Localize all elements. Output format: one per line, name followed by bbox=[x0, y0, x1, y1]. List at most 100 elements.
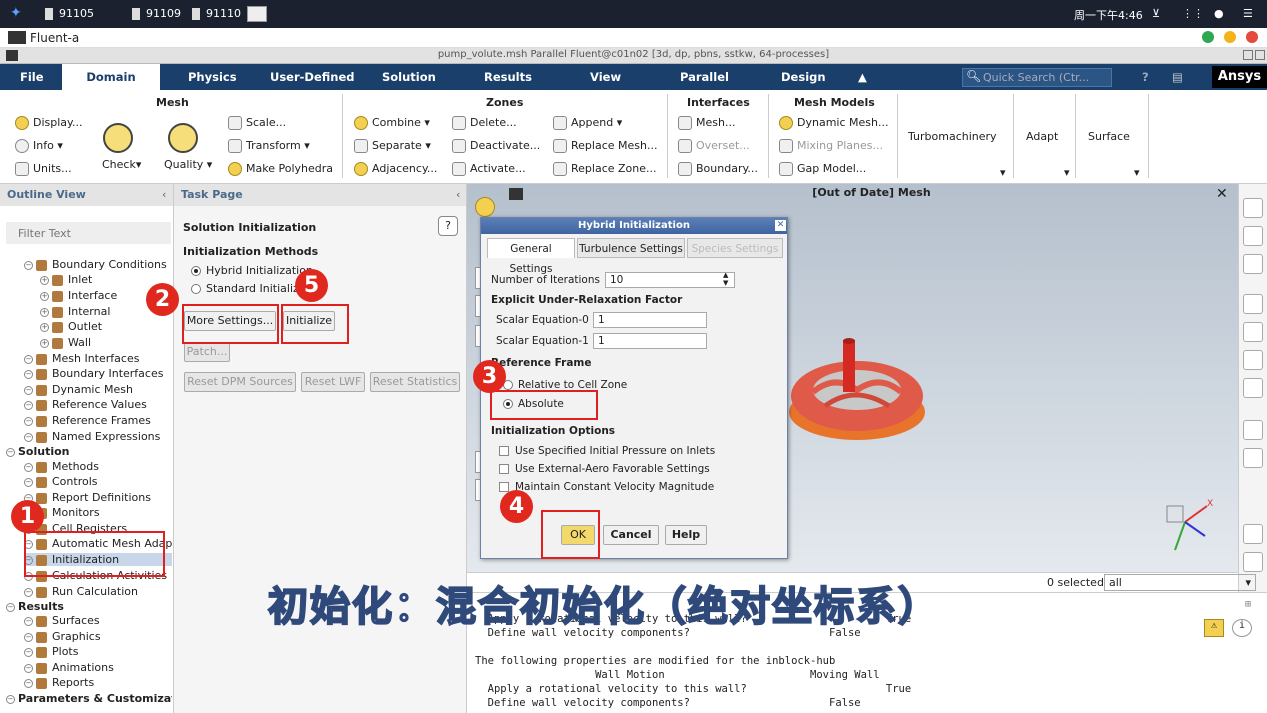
tree-item[interactable]: − Controls bbox=[24, 475, 172, 488]
close-graphics-icon[interactable]: ✕ bbox=[1216, 186, 1228, 202]
dropdown-icon[interactable]: ▾ bbox=[1134, 166, 1140, 179]
rotate-icon[interactable] bbox=[1243, 198, 1263, 218]
close-button[interactable] bbox=[1246, 31, 1258, 43]
tree-item[interactable]: + Wall bbox=[40, 336, 172, 349]
expand-toggle-icon[interactable]: + bbox=[40, 338, 49, 348]
pan-icon[interactable] bbox=[1243, 226, 1263, 246]
tree-item[interactable]: − Dynamic Mesh bbox=[24, 383, 172, 396]
interface-mesh-button[interactable]: Mesh... bbox=[678, 116, 735, 130]
replace-mesh-button[interactable]: Replace Mesh... bbox=[553, 139, 657, 153]
external-aero-checkbox[interactable]: Use External-Aero Favorable Settings bbox=[499, 463, 710, 475]
expand-toggle-icon[interactable]: − bbox=[24, 385, 33, 395]
zoom-icon[interactable] bbox=[1243, 254, 1263, 274]
tree-item[interactable]: − Solution bbox=[6, 445, 172, 458]
gap-model-button[interactable]: Gap Model... bbox=[779, 162, 866, 176]
cancel-button[interactable]: Cancel bbox=[603, 525, 659, 545]
launcher-icon[interactable]: ✦ bbox=[10, 5, 22, 21]
expand-toggle-icon[interactable]: − bbox=[24, 400, 33, 410]
expand-toggle-icon[interactable]: − bbox=[6, 447, 15, 457]
dropdown-icon[interactable]: ▾ bbox=[1000, 166, 1006, 179]
network-icon[interactable]: ⊻ bbox=[1152, 7, 1160, 20]
hybrid-radio[interactable]: Hybrid Initialization bbox=[191, 264, 313, 277]
minimize-button[interactable] bbox=[1202, 31, 1214, 43]
expand-toggle-icon[interactable]: − bbox=[24, 416, 33, 426]
surface-group[interactable]: Surface bbox=[1088, 130, 1130, 143]
warning-icon[interactable]: ⚠ bbox=[1204, 619, 1224, 637]
tab-view[interactable]: View bbox=[590, 64, 621, 90]
constant-velocity-checkbox[interactable]: Maintain Constant Velocity Magnitude bbox=[499, 481, 714, 493]
make-polyhedra-button[interactable]: Make Polyhedra bbox=[228, 162, 333, 176]
ansys-app-icon[interactable] bbox=[247, 6, 267, 22]
taskbar-item-3[interactable]: 91110 bbox=[192, 7, 241, 20]
expand-toggle-icon[interactable]: + bbox=[40, 322, 49, 332]
restore-icon[interactable] bbox=[1243, 50, 1253, 60]
tab-domain[interactable]: Domain bbox=[62, 64, 160, 90]
expand-toggle-icon[interactable]: − bbox=[6, 602, 15, 612]
scale-button[interactable]: Scale... bbox=[228, 116, 286, 130]
tab-parallel[interactable]: Parallel bbox=[680, 64, 729, 90]
apps-grid-icon[interactable]: ⋮⋮ bbox=[1182, 7, 1204, 20]
activate-button[interactable]: Activate... bbox=[452, 162, 526, 176]
tree-item[interactable]: −Parameters & Customization bbox=[6, 692, 172, 705]
inlet-pressure-checkbox[interactable]: Use Specified Initial Pressure on Inlets bbox=[499, 445, 715, 457]
tab-file[interactable]: File bbox=[20, 64, 44, 90]
tree-item[interactable]: − Animations bbox=[24, 661, 172, 674]
dialog-close-icon[interactable]: ✕ bbox=[775, 220, 786, 231]
probe-icon[interactable] bbox=[1243, 322, 1263, 342]
tree-item[interactable]: − Boundary Conditions bbox=[24, 258, 172, 271]
maximize-button[interactable] bbox=[1224, 31, 1236, 43]
expand-toggle-icon[interactable]: − bbox=[24, 369, 33, 379]
tab-general-settings[interactable]: General Settings bbox=[487, 238, 575, 275]
dropdown-icon[interactable]: ▾ bbox=[1064, 166, 1070, 179]
collapse-panel-icon[interactable]: ‹ bbox=[162, 188, 166, 201]
view-icon[interactable] bbox=[1243, 294, 1263, 314]
taskbar-item-2[interactable]: 91109 bbox=[132, 7, 181, 20]
overset-button[interactable]: Overset... bbox=[678, 139, 750, 153]
expand-toggle-icon[interactable]: − bbox=[24, 678, 33, 688]
tree-item[interactable]: − Graphics bbox=[24, 630, 172, 643]
tab-user-defined[interactable]: User-Defined bbox=[270, 64, 355, 90]
filter-input[interactable] bbox=[6, 222, 171, 244]
collapse-ribbon-icon[interactable]: ▲ bbox=[858, 64, 867, 90]
taskbar-item-1[interactable]: 91105 bbox=[45, 7, 94, 20]
reset-dpm-button[interactable]: Reset DPM Sources bbox=[184, 372, 296, 392]
tab-turbulence-settings[interactable]: Turbulence Settings bbox=[577, 238, 685, 258]
expand-toggle-icon[interactable]: − bbox=[24, 354, 33, 364]
user-icon[interactable]: ● bbox=[1214, 7, 1224, 20]
units-button[interactable]: Units... bbox=[15, 162, 72, 176]
display-icon[interactable] bbox=[475, 197, 495, 217]
tree-item[interactable]: − Named Expressions bbox=[24, 430, 172, 443]
expand-toggle-icon[interactable]: − bbox=[24, 663, 33, 673]
expand-toggle-icon[interactable]: − bbox=[24, 587, 33, 597]
selection-filter-select[interactable]: all ▾ bbox=[1104, 574, 1256, 591]
help-icon[interactable]: ? bbox=[438, 216, 458, 236]
help-button[interactable]: Help bbox=[665, 525, 707, 545]
expand-toggle-icon[interactable]: + bbox=[40, 275, 49, 285]
deactivate-button[interactable]: Deactivate... bbox=[452, 139, 540, 153]
quick-search[interactable]: 🔍︎ Quick Search (Ctr... bbox=[962, 68, 1112, 87]
tree-item[interactable]: − Results bbox=[6, 600, 172, 613]
quality-button[interactable]: Quality ▾ bbox=[164, 158, 212, 171]
tree-item[interactable]: − Reference Values bbox=[24, 398, 172, 411]
adjacency-button[interactable]: Adjacency... bbox=[354, 162, 437, 176]
expand-toggle-icon[interactable]: − bbox=[24, 432, 33, 442]
notes-icon[interactable]: ▤ bbox=[1172, 64, 1183, 90]
scalar1-input[interactable]: 1 bbox=[593, 333, 707, 349]
tab-solution[interactable]: Solution bbox=[382, 64, 436, 90]
pin-icon[interactable] bbox=[1243, 552, 1263, 572]
stepper-icon[interactable]: ▲ ▼ bbox=[723, 271, 728, 287]
tab-species-settings[interactable]: Species Settings bbox=[687, 238, 783, 258]
tree-item[interactable]: − Plots bbox=[24, 645, 172, 658]
adapt-group[interactable]: Adapt bbox=[1026, 130, 1058, 143]
copy-icon[interactable] bbox=[1243, 524, 1263, 544]
delete-button[interactable]: Delete... bbox=[452, 116, 517, 130]
expand-toggle-icon[interactable]: + bbox=[40, 307, 49, 317]
expand-toggle-icon[interactable]: − bbox=[6, 694, 15, 704]
mixing-planes-button[interactable]: Mixing Planes... bbox=[779, 139, 883, 153]
tab-design[interactable]: Design bbox=[781, 64, 826, 90]
tree-item[interactable]: − Methods bbox=[24, 460, 172, 473]
collapse-panel-icon[interactable]: ‹ bbox=[456, 188, 460, 201]
dynamic-mesh-button[interactable]: Dynamic Mesh... bbox=[779, 116, 888, 130]
scalar0-input[interactable]: 1 bbox=[593, 312, 707, 328]
tree-item[interactable]: − Run Calculation bbox=[24, 585, 172, 598]
